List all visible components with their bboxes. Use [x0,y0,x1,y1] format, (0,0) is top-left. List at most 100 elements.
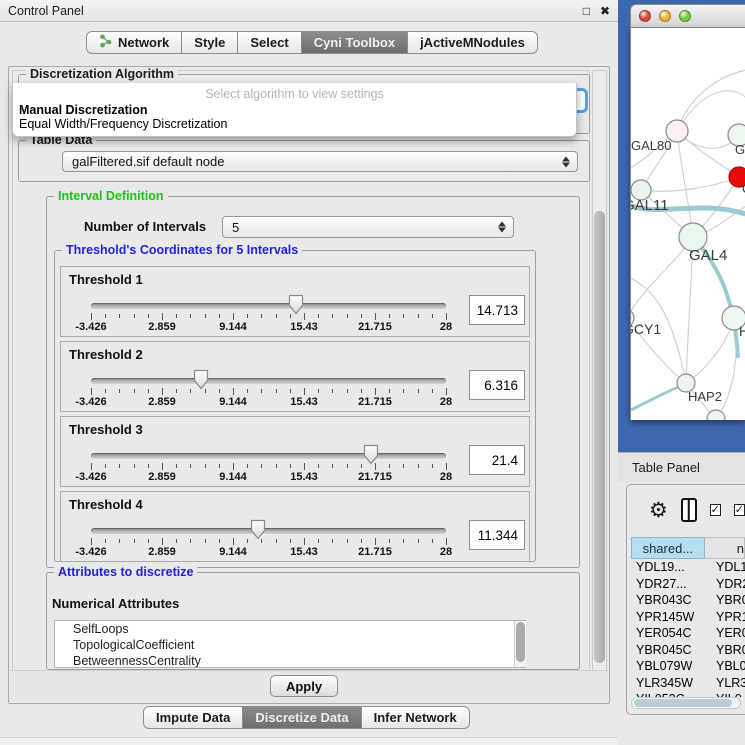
table-row[interactable]: YPR145W YPR1 [631,609,745,626]
cell-name[interactable]: YDR2 [708,576,745,593]
cell-shared-name[interactable]: YLR345W [631,675,708,692]
table-row[interactable]: YLR345W YLR3 [631,675,745,692]
slider-tick [318,464,319,468]
table-row[interactable]: YDL19... YDL1 [631,559,745,576]
zoom-traffic-light[interactable] [679,10,691,22]
tab-cyni-toolbox[interactable]: Cyni Toolbox [302,31,408,54]
cell-shared-name[interactable]: YBR045C [631,642,708,659]
slider-tick [361,539,362,543]
close-traffic-light[interactable] [639,10,651,22]
tab-select[interactable]: Select [238,31,301,54]
threshold-value-field[interactable]: 21.4 [469,445,525,475]
gear-icon[interactable]: ⚙ [649,500,668,521]
slider-tick [190,539,191,543]
threshold-slider-track[interactable] [91,453,446,459]
slider-tick [389,539,390,543]
table-header-shared-name[interactable]: shared... [631,537,705,559]
table-panel-titlebar: Table Panel [618,452,745,482]
slider-tick [318,314,319,318]
algorithm-option-equal-width[interactable]: Equal Width/Frequency Discretization [16,117,230,131]
cell-name[interactable]: YDL1 [708,559,745,576]
app-root: Control Panel □ ✖ Network StyleSelectCyni… [0,0,745,745]
slider-tick-label: 2.859 [132,546,192,558]
table-horizontal-scrollbar-thumb[interactable] [634,699,732,707]
table-row[interactable]: YBR043C YBR0 [631,592,745,609]
network-view-canvas[interactable]: GAL80GCGAL11GAL4GCY1HHAP2 [630,28,745,420]
attribute-list-item[interactable]: TopologicalCoefficient [55,637,525,653]
tab-style[interactable]: Style [182,31,238,54]
checkbox-icon-1[interactable]: ✓ [710,504,721,516]
slider-tick-label: 15.43 [274,546,334,558]
numerical-attributes-label: Numerical Attributes [52,596,179,611]
tab-discretize-data[interactable]: Discretize Data [243,706,361,729]
slider-tick [148,464,149,468]
attribute-list-item[interactable]: SelfLoops [55,621,525,637]
cell-name[interactable]: YER0 [708,625,745,642]
vertical-scrollbar[interactable] [592,70,607,700]
close-icon[interactable]: ✖ [600,5,610,17]
slider-tick-label: -3.426 [61,471,121,483]
cell-shared-name[interactable]: YBR043C [631,592,708,609]
threshold-label: Threshold 3 [69,422,143,437]
float-window-icon[interactable]: □ [583,5,590,17]
threshold-slider-track[interactable] [91,303,446,309]
tab-jactivemnodules[interactable]: jActiveMNodules [408,31,538,54]
table-row[interactable]: YER054C YER0 [631,625,745,642]
table-row[interactable]: YDR27... YDR2 [631,576,745,593]
threshold-slider-track[interactable] [91,528,446,534]
table-row[interactable]: YBR045C YBR0 [631,642,745,659]
network-node-label: GAL11 [631,197,669,214]
table-data-combobox[interactable]: galFiltered.sif default node [62,151,578,172]
slider-tick [233,538,234,545]
slider-tick [375,313,376,320]
minimize-traffic-light[interactable] [659,10,671,22]
slider-tick [403,389,404,393]
algorithm-option-manual[interactable]: Manual Discretization [16,103,151,117]
threshold-slider-thumb[interactable] [362,444,380,465]
threshold-slider-track[interactable] [91,378,446,384]
tab-impute-data[interactable]: Impute Data [143,706,243,729]
table-header-name[interactable]: n [705,537,745,559]
network-edge [677,131,693,237]
thresholds-group-label: Threshold's Coordinates for 5 Intervals [62,243,302,257]
slider-tick [162,388,163,395]
threshold-slider-thumb[interactable] [192,369,210,390]
panel-title: Control Panel [8,4,84,18]
cell-name[interactable]: YBR0 [708,592,745,609]
network-window-titlebar [630,4,745,28]
cell-shared-name[interactable]: YDR27... [631,576,708,593]
threshold-block-2: Threshold 2 -3.4262.8599.14415.4321.7152… [60,341,530,412]
cell-name[interactable]: YBL0 [708,658,745,675]
checkbox-icon-2[interactable]: ✓ [734,504,745,516]
table-row[interactable]: YBL079W YBL0 [631,658,745,675]
cell-name[interactable]: YPR1 [708,609,745,626]
attributes-list-scrollbar-thumb[interactable] [516,622,525,662]
threshold-value-field[interactable]: 14.713 [469,295,525,325]
threshold-slider-thumb[interactable] [249,519,267,540]
slider-tick [361,314,362,318]
slider-tick-label: 9.144 [203,546,263,558]
threshold-slider-thumb[interactable] [287,294,305,315]
slider-tick [375,538,376,545]
cell-shared-name[interactable]: YER054C [631,625,708,642]
columns-icon[interactable] [681,498,697,522]
attribute-list-item[interactable]: BetweennessCentrality [55,653,525,668]
cell-shared-name[interactable]: YDL19... [631,559,708,576]
vertical-scrollbar-thumb[interactable] [594,211,605,663]
tab-infer-network[interactable]: Infer Network [362,706,470,729]
network-tree-icon [99,34,113,51]
tab-network[interactable]: Network [86,31,182,54]
cell-shared-name[interactable]: YBL079W [631,658,708,675]
cell-shared-name[interactable]: YPR145W [631,609,708,626]
tab-label: Network [118,35,169,50]
threshold-value-field[interactable]: 11.344 [469,520,525,550]
attributes-list-scrollbar[interactable] [514,621,526,667]
cell-name[interactable]: YLR3 [708,675,745,692]
number-of-intervals-combobox[interactable]: 5 [222,216,514,238]
table-horizontal-scrollbar[interactable] [631,697,741,709]
threshold-value-field[interactable]: 6.316 [469,370,525,400]
table-panel-title: Table Panel [632,460,700,475]
apply-button[interactable]: Apply [270,675,338,697]
cell-name[interactable]: YBR0 [708,642,745,659]
numerical-attributes-list[interactable]: SelfLoopsTopologicalCoefficientBetweenne… [54,620,526,668]
